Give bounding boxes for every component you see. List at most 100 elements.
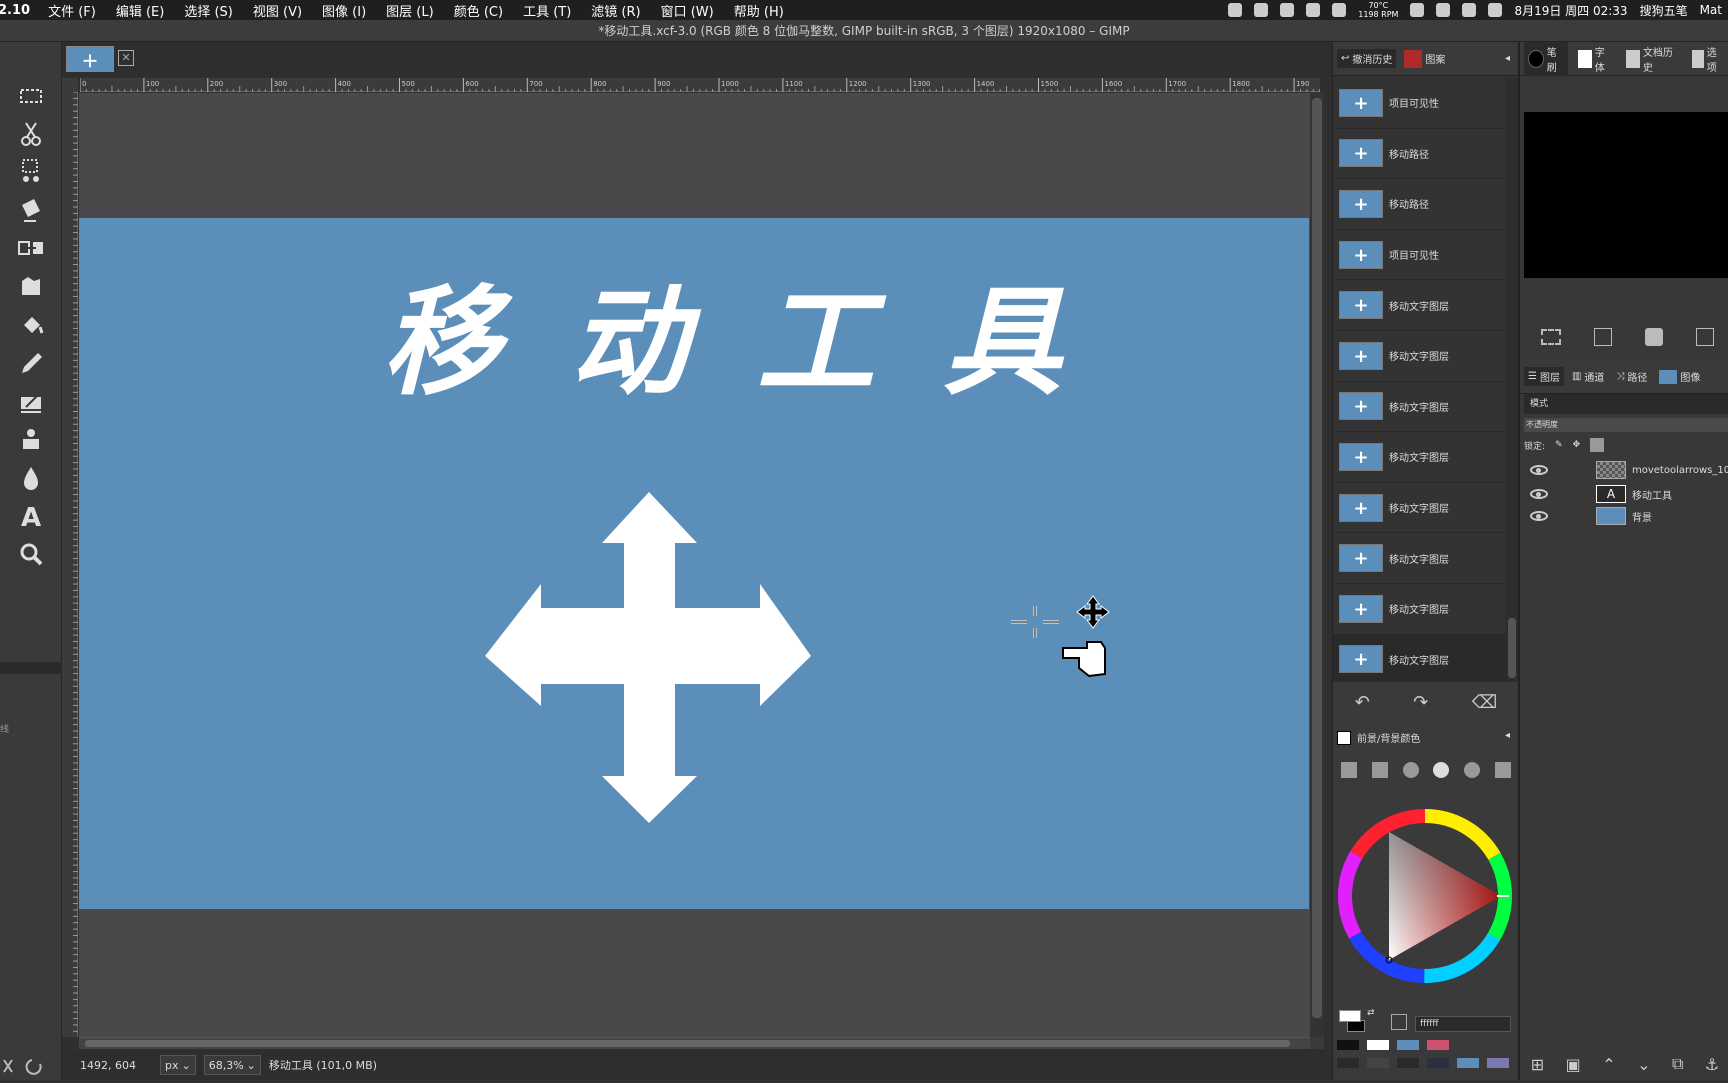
color-picker-icon[interactable]: [1391, 1014, 1407, 1030]
history-item[interactable]: 项目可见性: [1333, 78, 1505, 129]
lock-position-icon[interactable]: ✥: [1573, 440, 1581, 450]
image-tab-thumbnail[interactable]: [66, 46, 114, 72]
cmyk-selector-icon[interactable]: [1371, 762, 1388, 778]
palette-swatch[interactable]: [1457, 1058, 1479, 1068]
menu-edit[interactable]: 编辑 (E): [106, 1, 175, 20]
volume-icon[interactable]: [1488, 3, 1503, 17]
lower-layer-icon[interactable]: ⌄: [1637, 1055, 1650, 1074]
watercolor-selector-icon[interactable]: [1464, 762, 1481, 778]
history-item[interactable]: 移动路径: [1333, 179, 1505, 230]
new-layer-icon[interactable]: ⊞: [1531, 1055, 1544, 1074]
palette-swatch[interactable]: [1367, 1058, 1389, 1068]
panel-menu-icon[interactable]: ◂: [1505, 53, 1510, 64]
tab-layers[interactable]: ☰ 图层: [1524, 367, 1564, 386]
status-icon-1[interactable]: [1228, 3, 1243, 17]
status-icon-4[interactable]: [1306, 3, 1321, 17]
swap-colors-icon[interactable]: ⇄: [1367, 1008, 1375, 1018]
opacity-slider[interactable]: 不透明度: [1524, 418, 1728, 432]
palette-selector-icon[interactable]: [1494, 762, 1511, 778]
tab-image[interactable]: 图像: [1655, 367, 1704, 386]
history-item[interactable]: 移动路径: [1333, 129, 1505, 180]
smudge-tool-icon[interactable]: [14, 462, 48, 494]
tab-document-history[interactable]: 文档历史: [1622, 42, 1682, 76]
menu-help[interactable]: 帮助 (H): [724, 1, 794, 20]
history-item[interactable]: 移动文字图层: [1333, 533, 1505, 584]
palette-swatch[interactable]: [1337, 1040, 1359, 1050]
anchor-layer-icon[interactable]: ⚓: [1705, 1055, 1719, 1074]
menu-layer[interactable]: 图层 (L): [376, 1, 444, 20]
menu-image[interactable]: 图像 (I): [312, 1, 376, 20]
clear-history-button[interactable]: ⌫: [1472, 692, 1497, 713]
fg-color-swatch[interactable]: [1339, 1010, 1361, 1022]
cage-tool-icon[interactable]: [14, 270, 48, 302]
history-item[interactable]: 移动文字图层: [1333, 382, 1505, 433]
horizontal-ruler[interactable]: 0 100 200 300 400 500 600 700 800 900 1000 1100 1200…: [79, 78, 1353, 92]
wheel-selector-icon[interactable]: [1433, 762, 1450, 778]
palette-swatch[interactable]: [1367, 1040, 1389, 1050]
image-canvas[interactable]: 移 动 工 具: [79, 218, 1309, 909]
flip-tool-icon[interactable]: [14, 232, 48, 264]
horizontal-scrollbar[interactable]: [79, 1037, 1310, 1049]
tab-brushes[interactable]: 笔刷: [1524, 41, 1568, 76]
palette-swatch[interactable]: [1337, 1058, 1359, 1068]
menu-select[interactable]: 选择 (S): [174, 1, 243, 20]
ruler-corner[interactable]: [62, 78, 78, 92]
redo-button[interactable]: ↷: [1413, 692, 1428, 713]
layer-row[interactable]: A 移动工具: [1520, 482, 1728, 506]
menu-windows[interactable]: 窗口 (W): [651, 1, 724, 20]
info-icon[interactable]: [1410, 3, 1425, 17]
layer-row[interactable]: movetoolarrows_10264: [1520, 458, 1728, 482]
mode-select[interactable]: 模式: [1524, 394, 1728, 414]
history-item[interactable]: 移动文字图层: [1333, 280, 1505, 331]
transform-tool-icon[interactable]: [14, 194, 48, 226]
bucket-fill-tool-icon[interactable]: [14, 310, 48, 342]
menu-filters[interactable]: 滤镜 (R): [581, 1, 650, 20]
menu-view[interactable]: 视图 (V): [243, 1, 312, 20]
wifi-icon[interactable]: [1462, 3, 1477, 17]
panel-menu-icon[interactable]: ◂: [1505, 730, 1510, 741]
fg-bg-swatches[interactable]: ⇄: [1337, 1008, 1375, 1034]
pencil-tool-icon[interactable]: [14, 348, 48, 380]
lock-pixels-icon[interactable]: ✎: [1555, 440, 1563, 450]
palette-swatch[interactable]: [1487, 1040, 1509, 1050]
hex-color-input[interactable]: ffffff: [1415, 1016, 1511, 1032]
status-icon-3[interactable]: [1280, 3, 1295, 17]
history-item[interactable]: 移动文字图层: [1333, 331, 1505, 382]
lock-alpha-icon[interactable]: [1590, 438, 1605, 452]
tab-paths[interactable]: ⤨ 路径: [1612, 367, 1651, 386]
navigate-icon[interactable]: [1310, 1037, 1324, 1049]
rect-select-tool-icon[interactable]: [14, 80, 48, 112]
zoom-select[interactable]: 68,3% ⌄: [203, 1055, 261, 1075]
visibility-eye-icon[interactable]: [1530, 465, 1548, 475]
selection-icon[interactable]: [1540, 329, 1561, 345]
brush-settings-icon[interactable]: [1695, 328, 1714, 346]
scissors-tool-icon[interactable]: [14, 118, 48, 150]
palette-swatch[interactable]: [1397, 1058, 1419, 1068]
tab-undo-history[interactable]: ↩ 撤消历史: [1337, 49, 1397, 68]
menu-file[interactable]: 文件 (F): [38, 1, 106, 20]
new-group-icon[interactable]: ▣: [1566, 1055, 1581, 1074]
edit-brush-icon[interactable]: [1644, 328, 1663, 346]
clear-icon[interactable]: [1593, 328, 1612, 346]
undo-button[interactable]: ↶: [1355, 692, 1370, 713]
menu-colors[interactable]: 颜色 (C): [444, 1, 513, 20]
gimp-selector-icon[interactable]: [1341, 762, 1357, 778]
history-item[interactable]: 移动文字图层: [1333, 634, 1505, 682]
visibility-eye-icon[interactable]: [1530, 511, 1548, 521]
clock[interactable]: 8月19日 周四 02:33: [1514, 2, 1627, 19]
history-item[interactable]: 移动文字图层: [1333, 584, 1505, 635]
reset-icon[interactable]: [0, 1052, 62, 1080]
user-name[interactable]: Mat: [1700, 3, 1722, 17]
tab-tool-options[interactable]: 选项: [1688, 42, 1728, 76]
layer-row[interactable]: 背景: [1520, 504, 1728, 528]
status-icon-5[interactable]: [1332, 3, 1347, 17]
palette-swatch[interactable]: [1487, 1058, 1509, 1068]
scales-selector-icon[interactable]: [1402, 762, 1419, 778]
t-icon[interactable]: [1436, 3, 1451, 17]
status-icon-2[interactable]: [1254, 3, 1269, 17]
menu-tools[interactable]: 工具 (T): [513, 1, 581, 20]
history-item[interactable]: 移动文字图层: [1333, 483, 1505, 534]
tab-fonts[interactable]: 字体: [1574, 42, 1616, 76]
visibility-eye-icon[interactable]: [1530, 489, 1548, 499]
history-scrollbar[interactable]: [1505, 78, 1519, 682]
